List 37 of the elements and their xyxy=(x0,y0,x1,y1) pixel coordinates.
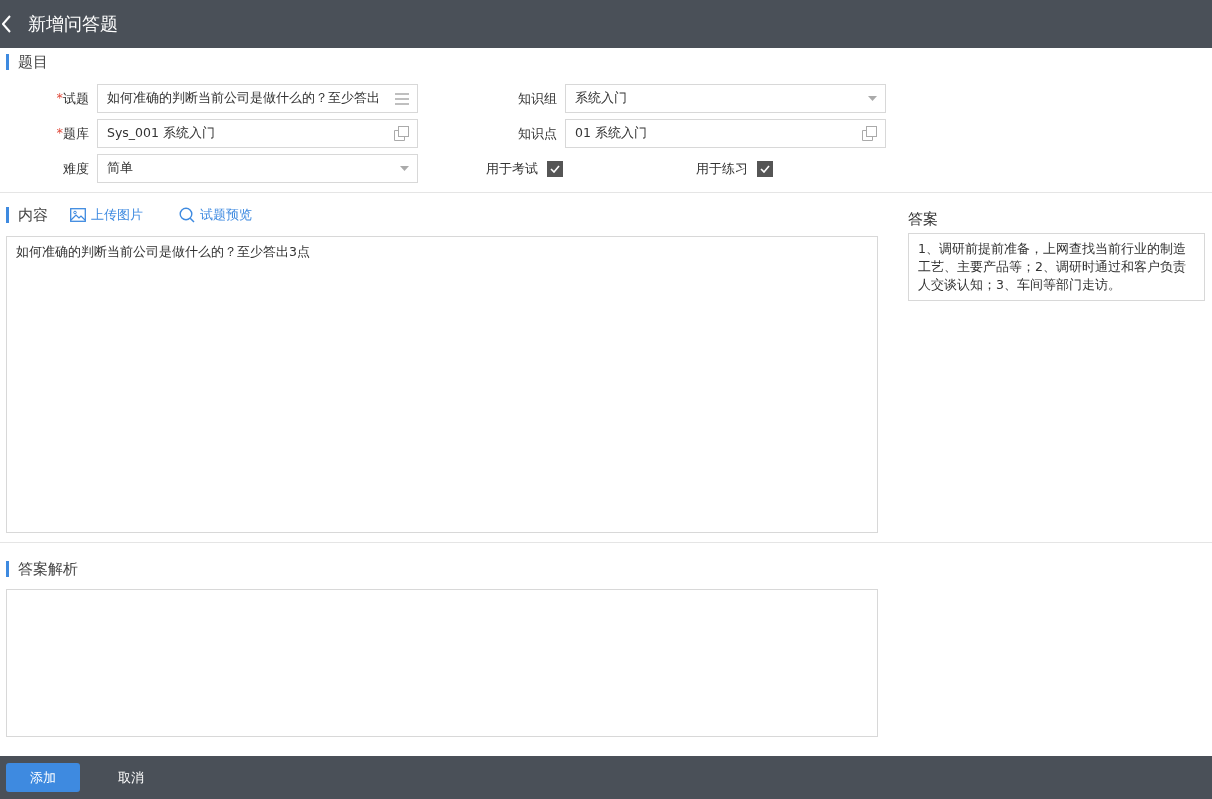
field-label: 知识组 xyxy=(518,89,557,108)
copy-icon[interactable] xyxy=(862,126,877,141)
content-text-area[interactable]: 如何准确的判断当前公司是做什么的？至少答出3点 xyxy=(6,236,878,533)
field-label: 知识点 xyxy=(518,124,557,143)
input-field[interactable]: Sys_001 系统入门 xyxy=(97,119,418,148)
image-icon xyxy=(70,208,86,222)
checkbox-label: 用于考试 xyxy=(486,159,538,178)
input-field[interactable]: 如何准确的判断当前公司是做什么的？至少答出 xyxy=(97,84,418,113)
dropdown-caret-icon[interactable] xyxy=(400,166,409,171)
field-label: 难度 xyxy=(63,159,89,178)
add-button[interactable]: 添加 xyxy=(6,763,80,792)
checkbox-label: 用于练习 xyxy=(696,159,748,178)
field-label: 试题 xyxy=(63,89,89,108)
input-field[interactable]: 01 系统入门 xyxy=(565,119,886,148)
toolbar-link[interactable]: 试题预览 xyxy=(179,206,252,224)
field-label: 题库 xyxy=(63,124,89,143)
checkmark-icon xyxy=(760,164,770,173)
checkbox[interactable] xyxy=(757,160,773,177)
search-icon xyxy=(179,207,195,223)
toolbar-link[interactable]: 上传图片 xyxy=(70,206,143,224)
input-field[interactable]: 系统入门 xyxy=(565,84,886,113)
answer-text-area[interactable]: 1、调研前提前准备，上网查找当前行业的制造工艺、主要产品等；2、调研时通过和客户负责人交谈认知；3、车间等部门走访。 xyxy=(908,233,1205,301)
back-icon[interactable] xyxy=(2,15,12,33)
menu-icon[interactable] xyxy=(395,92,409,105)
cancel-button[interactable]: 取消 xyxy=(94,763,168,792)
section-title: 题目 xyxy=(18,52,48,72)
input-field[interactable]: 简单 xyxy=(97,154,418,183)
required-mark: * xyxy=(56,124,63,142)
dropdown-caret-icon[interactable] xyxy=(868,96,877,101)
checkmark-icon xyxy=(550,164,560,173)
checkbox[interactable] xyxy=(547,160,563,177)
section-title: 内容 xyxy=(18,205,48,225)
section-title: 答案解析 xyxy=(18,559,78,579)
copy-icon[interactable] xyxy=(394,126,409,141)
answer-title: 答案 xyxy=(908,210,939,229)
page-title: 新增问答题 xyxy=(28,12,118,36)
required-mark: * xyxy=(56,89,63,107)
